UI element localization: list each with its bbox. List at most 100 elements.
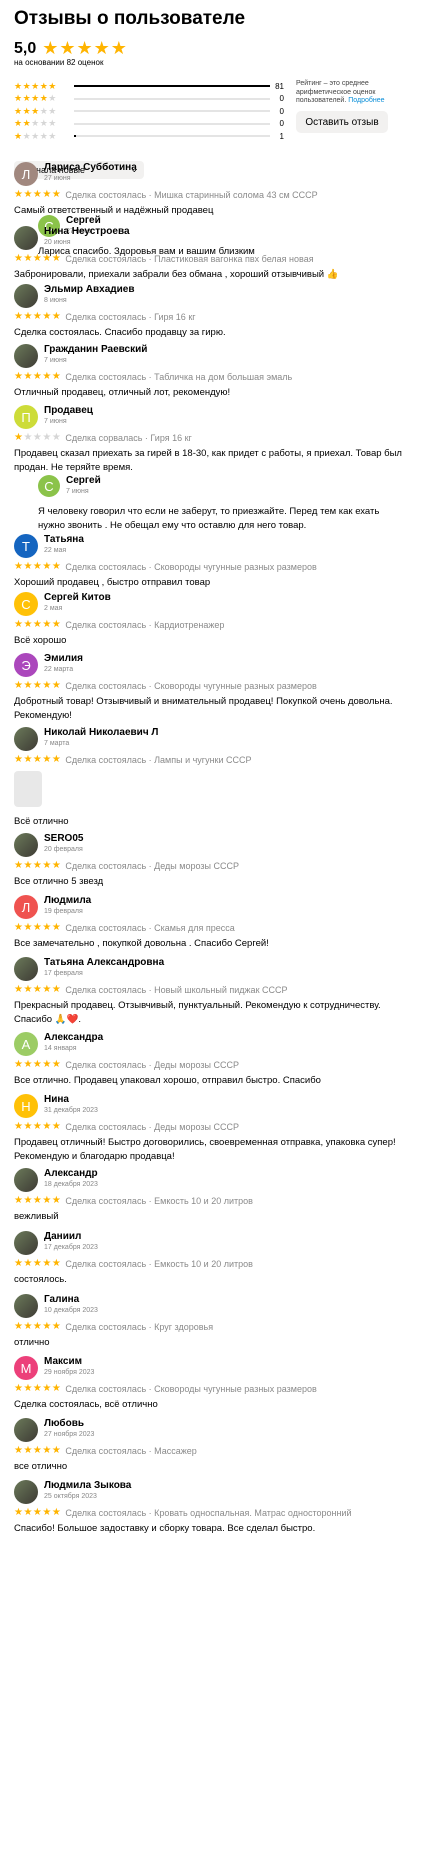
reviewer-name[interactable]: Татьяна Александровна bbox=[44, 957, 164, 968]
avatar[interactable] bbox=[14, 284, 38, 308]
avatar[interactable] bbox=[14, 344, 38, 368]
review-stars: ★★★★★ bbox=[14, 754, 62, 765]
avatar[interactable] bbox=[14, 833, 38, 857]
review-meta: ★★★★★ Сделка состоялась · Круг здоровья bbox=[14, 1321, 213, 1332]
review-item: Николай Николаевич Л 7 марта ★★★★★ Сделка с… bbox=[14, 727, 414, 827]
avatar[interactable] bbox=[14, 1168, 38, 1192]
avatar[interactable]: П bbox=[14, 405, 38, 429]
ratings-count: на основании 82 оценок bbox=[14, 58, 104, 67]
distribution-stars: ★★★★★ bbox=[14, 131, 68, 142]
review-meta: ★★★★★ Сделка состоялась · Лампы и чугунки… bbox=[14, 754, 252, 765]
review-meta: ★★★★★ Сделка состоялась · Емкость 10 и 20… bbox=[14, 1195, 253, 1206]
reviewer-name[interactable]: Эмилия bbox=[44, 653, 83, 664]
avatar[interactable]: Л bbox=[14, 162, 38, 186]
average-value: 5,0 bbox=[14, 39, 37, 57]
distribution-count: 0 bbox=[279, 119, 284, 129]
reply-name[interactable]: Сергей bbox=[66, 475, 101, 486]
reviewer-name[interactable]: Александр bbox=[44, 1168, 98, 1179]
avatar[interactable] bbox=[14, 1294, 38, 1318]
review-text: Отличный продавец, отличный лот, рекомен… bbox=[14, 387, 231, 398]
review-deal: Сделка состоялась · Гиря 16 кг bbox=[65, 311, 196, 322]
avatar[interactable] bbox=[14, 957, 38, 981]
reviewer-name[interactable]: Николай Николаевич Л bbox=[44, 727, 158, 738]
avatar[interactable]: Т bbox=[14, 534, 38, 558]
review-date: 10 декабря 2023 bbox=[44, 1307, 98, 1314]
distribution-stars: ★★★★★ bbox=[14, 93, 68, 104]
review-deal: Сделка состоялась · Деды морозы СССР bbox=[65, 860, 239, 871]
review-photo-thumbnail[interactable] bbox=[14, 771, 42, 807]
review-text: все отлично bbox=[14, 1461, 68, 1472]
distribution-row: ★★★★★ 0 bbox=[14, 93, 284, 106]
rating-note-link[interactable]: Подробнее bbox=[348, 97, 384, 104]
avatar[interactable] bbox=[14, 1418, 38, 1442]
reviewer-name[interactable]: Любовь bbox=[44, 1418, 84, 1429]
avatar[interactable]: Н bbox=[14, 1094, 38, 1118]
reviewer-name[interactable]: Нина Неустроева bbox=[44, 226, 130, 237]
review-item: Э Эмилия 22 марта ★★★★★ Сделка состоялась · … bbox=[14, 653, 414, 721]
reviewer-name[interactable]: Нина bbox=[44, 1094, 69, 1105]
distribution-bar-fill bbox=[73, 135, 76, 138]
review-stars: ★★★★★ bbox=[14, 1445, 62, 1456]
avatar[interactable]: Л bbox=[14, 895, 38, 919]
reviewer-name[interactable]: Максим bbox=[44, 1356, 82, 1367]
review-meta: ★★★★★ Сделка сорвалась · Гиря 16 кг bbox=[14, 432, 192, 443]
review-stars: ★★★★★ bbox=[14, 984, 62, 995]
reviewer-name[interactable]: Людмила bbox=[44, 895, 91, 906]
reviewer-name[interactable]: Даниил bbox=[44, 1231, 81, 1242]
review-deal: Сделка состоялась · Деды морозы СССР bbox=[65, 1059, 239, 1070]
distribution-row: ★★★★★ 81 bbox=[14, 80, 284, 93]
review-deal: Сделка состоялась · Кровать односпальная… bbox=[65, 1507, 352, 1518]
distribution-row: ★★★★★ 0 bbox=[14, 105, 284, 118]
distribution-count: 81 bbox=[275, 81, 284, 91]
reviewer-name[interactable]: Лариса Субботина bbox=[44, 162, 137, 173]
review-deal: Сделка сорвалась · Гиря 16 кг bbox=[65, 432, 192, 443]
distribution-stars: ★★★★★ bbox=[14, 118, 68, 129]
distribution-count: 0 bbox=[279, 94, 284, 104]
review-stars: ★★★★★ bbox=[14, 619, 62, 630]
stars-filled: ★ bbox=[14, 130, 23, 141]
avatar[interactable] bbox=[14, 226, 38, 250]
reviewer-name[interactable]: Сергей Китов bbox=[44, 592, 111, 603]
avatar[interactable]: А bbox=[14, 1032, 38, 1056]
reviewer-name[interactable]: Людмила Зыкова bbox=[44, 1480, 131, 1491]
reviewer-name[interactable]: Александра bbox=[44, 1032, 103, 1043]
review-text: Забронировали, приехали забрали без обма… bbox=[14, 269, 339, 280]
stars-filled: ★★★★★ bbox=[14, 80, 57, 91]
review-item: Гражданин Раевский 7 июня ★★★★★ Сделка сост… bbox=[14, 344, 414, 404]
stars-filled: ★★★ bbox=[14, 105, 40, 116]
review-date: 17 декабря 2023 bbox=[44, 1244, 98, 1251]
reviewer-name[interactable]: Галина bbox=[44, 1294, 79, 1305]
review-date: 7 июня bbox=[44, 357, 67, 364]
review-item: А Александра 14 января ★★★★★ Сделка состояла… bbox=[14, 1032, 414, 1092]
review-date: 20 июня bbox=[44, 239, 71, 246]
review-meta: ★★★★★ Сделка состоялась · Кардиотренажер bbox=[14, 619, 224, 630]
review-text: Продавец сказал приехать за гирей в 18-3… bbox=[14, 448, 402, 473]
review-item: Т Татьяна 22 мая ★★★★★ Сделка состоялась · С… bbox=[14, 534, 414, 594]
review-deal: Сделка состоялась · Лампы и чугунки СССР bbox=[65, 754, 252, 765]
review-date: 22 мая bbox=[44, 547, 67, 554]
avatar[interactable]: С bbox=[14, 592, 38, 616]
avatar[interactable]: М bbox=[14, 1356, 38, 1380]
review-meta: ★★★★★ Сделка состоялась · Сковороды чугун… bbox=[14, 561, 317, 572]
reply-avatar[interactable]: С bbox=[38, 475, 60, 497]
reviewer-name[interactable]: Эльмир Авхадиев bbox=[44, 284, 135, 295]
avatar[interactable]: Э bbox=[14, 653, 38, 677]
reply-name[interactable]: Сергей bbox=[66, 215, 101, 226]
review-deal: Сделка состоялась · Сковороды чугунные р… bbox=[65, 561, 317, 572]
review-stars: ★★★★★ bbox=[14, 1121, 62, 1132]
review-stars: ★★★★★ bbox=[14, 1383, 62, 1394]
reviewer-name[interactable]: Гражданин Раевский bbox=[44, 344, 147, 355]
reviewer-name[interactable]: Продавец bbox=[44, 405, 93, 416]
reviewer-name[interactable]: SERO05 bbox=[44, 833, 83, 844]
review-item: Александр 18 декабря 2023 ★★★★★ Сделка сост… bbox=[14, 1168, 414, 1228]
reviewer-name[interactable]: Татьяна bbox=[44, 534, 84, 545]
leave-review-button[interactable]: Оставить отзыв bbox=[296, 111, 388, 133]
review-deal: Сделка состоялась · Массажер bbox=[65, 1445, 197, 1456]
review-stars-empty: ★★★★ bbox=[23, 432, 62, 443]
distribution-bar bbox=[73, 135, 271, 138]
distribution-bar-fill bbox=[73, 85, 271, 88]
review-meta: ★★★★★ Сделка состоялась · Деды морозы ССС… bbox=[14, 860, 239, 871]
avatar[interactable] bbox=[14, 727, 38, 751]
avatar[interactable] bbox=[14, 1480, 38, 1504]
avatar[interactable] bbox=[14, 1231, 38, 1255]
